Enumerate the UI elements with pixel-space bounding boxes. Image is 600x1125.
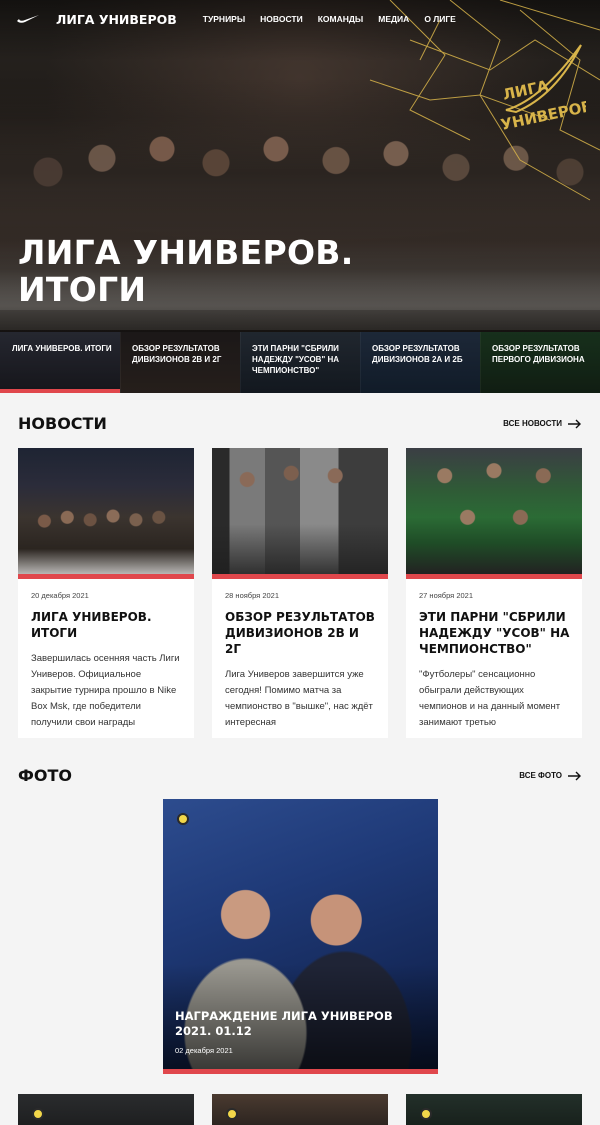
- top-navigation: ЛИГА УНИВЕРОВ ТУРНИРЫ НОВОСТИ КОМАНДЫ МЕ…: [0, 0, 600, 38]
- featured-photo-album[interactable]: НАГРАЖДЕНИЕ ЛИГА УНИВЕРОВ 2021. 01.12 02…: [163, 799, 438, 1074]
- hero-tab-label: ЛИГА УНИВЕРОВ. ИТОГИ: [12, 344, 112, 353]
- svg-text:ЛИГА: ЛИГА: [501, 77, 550, 104]
- news-card-date: 28 ноября 2021: [225, 591, 280, 600]
- liga-univerov-logo: ЛИГА УНИВЕРОВ: [499, 44, 586, 134]
- camera-icon: [420, 1108, 432, 1120]
- hero-tab-active[interactable]: ЛИГА УНИВЕРОВ. ИТОГИ: [0, 332, 120, 393]
- photo-section-header: ФОТО ВСЕ ФОТО: [18, 766, 582, 785]
- photo-album-thumb[interactable]: [406, 1094, 582, 1125]
- camera-icon: [32, 1108, 44, 1120]
- news-card-excerpt: Завершилась осенняя часть Лиги Универов.…: [31, 653, 180, 728]
- news-card[interactable]: 20 декабря 2021 ЛИГА УНИВЕРОВ. ИТОГИ Зав…: [18, 448, 194, 738]
- photo-album-date: 02 декабря 2021: [175, 1046, 233, 1055]
- nav-link-tournaments[interactable]: ТУРНИРЫ: [203, 14, 245, 24]
- nav-link-about[interactable]: О ЛИГЕ: [424, 14, 456, 24]
- news-card[interactable]: 27 ноября 2021 ЭТИ ПАРНИ "СБРИЛИ НАДЕЖДУ…: [406, 448, 582, 738]
- all-news-link[interactable]: ВСЕ НОВОСТИ: [503, 419, 582, 429]
- news-card[interactable]: 28 ноября 2021 ОБЗОР РЕЗУЛЬТАТОВ ДИВИЗИО…: [212, 448, 388, 738]
- news-card-excerpt: Лига Универов завершится уже сегодня! По…: [225, 669, 373, 728]
- hero-title: ЛИГА УНИВЕРОВ. ИТОГИ: [18, 233, 354, 309]
- hero-tab-label: ОБЗОР РЕЗУЛЬТАТОВ ДИВИЗИОНОВ 2В И 2Г: [132, 344, 222, 364]
- news-card-title: ОБЗОР РЕЗУЛЬТАТОВ ДИВИЗИОНОВ 2В И 2Г: [225, 610, 375, 656]
- hero-tab-label: ЭТИ ПАРНИ "СБРИЛИ НАДЕЖДУ "УСОВ" НА ЧЕМП…: [252, 344, 340, 375]
- news-cards: 20 декабря 2021 ЛИГА УНИВЕРОВ. ИТОГИ Зав…: [18, 448, 582, 738]
- camera-icon: [226, 1108, 238, 1120]
- nav-link-news[interactable]: НОВОСТИ: [260, 14, 303, 24]
- news-card-title: ЛИГА УНИВЕРОВ. ИТОГИ: [31, 610, 152, 640]
- hero-tab-label: ОБЗОР РЕЗУЛЬТАТОВ ДИВИЗИОНОВ 2А И 2Б: [372, 344, 463, 364]
- all-photos-link[interactable]: ВСЕ ФОТО: [519, 771, 582, 781]
- news-card-excerpt: "Футболеры" сенсационно обыграли действу…: [419, 669, 561, 728]
- nav-link-media[interactable]: МЕДИА: [378, 14, 409, 24]
- arrow-right-icon: [568, 419, 581, 428]
- nav-menu: ТУРНИРЫ НОВОСТИ КОМАНДЫ МЕДИА О ЛИГЕ: [203, 14, 456, 24]
- hero-tab[interactable]: ОБЗОР РЕЗУЛЬТАТОВ ДИВИЗИОНОВ 2А И 2Б: [360, 332, 480, 393]
- hero-tab-label: ОБЗОР РЕЗУЛЬТАТОВ ПЕРВОГО ДИВИЗИОНА: [492, 344, 585, 364]
- news-card-date: 27 ноября 2021: [419, 591, 474, 600]
- news-card-title: ЭТИ ПАРНИ "СБРИЛИ НАДЕЖДУ "УСОВ" НА ЧЕМП…: [419, 610, 570, 656]
- news-card-image: [212, 448, 388, 574]
- news-card-image: [18, 448, 194, 574]
- arrow-right-icon: [568, 771, 581, 780]
- hero-tab[interactable]: ОБЗОР РЕЗУЛЬТАТОВ ПЕРВОГО ДИВИЗИОНА: [480, 332, 600, 393]
- photo-album-title: НАГРАЖДЕНИЕ ЛИГА УНИВЕРОВ 2021. 01.12: [175, 1009, 393, 1038]
- hero-tabs: ЛИГА УНИВЕРОВ. ИТОГИ ОБЗОР РЕЗУЛЬТАТОВ Д…: [0, 332, 600, 393]
- news-card-date: 20 декабря 2021: [31, 591, 89, 600]
- site-brand[interactable]: ЛИГА УНИВЕРОВ: [56, 12, 177, 27]
- nav-link-teams[interactable]: КОМАНДЫ: [318, 14, 364, 24]
- news-section-title: НОВОСТИ: [18, 414, 107, 433]
- photo-album-thumb[interactable]: [18, 1094, 194, 1125]
- hero-tab[interactable]: ЭТИ ПАРНИ "СБРИЛИ НАДЕЖДУ "УСОВ" НА ЧЕМП…: [240, 332, 360, 393]
- news-card-image: [406, 448, 582, 574]
- photo-album-thumb[interactable]: [212, 1094, 388, 1125]
- camera-icon: [177, 813, 189, 825]
- news-section-header: НОВОСТИ ВСЕ НОВОСТИ: [18, 414, 582, 433]
- photo-section-title: ФОТО: [18, 766, 72, 785]
- nike-swoosh-icon[interactable]: [16, 14, 40, 24]
- svg-text:УНИВЕРОВ: УНИВЕРОВ: [499, 97, 586, 134]
- hero-tab[interactable]: ОБЗОР РЕЗУЛЬТАТОВ ДИВИЗИОНОВ 2В И 2Г: [120, 332, 240, 393]
- photo-album-list: [18, 1094, 582, 1125]
